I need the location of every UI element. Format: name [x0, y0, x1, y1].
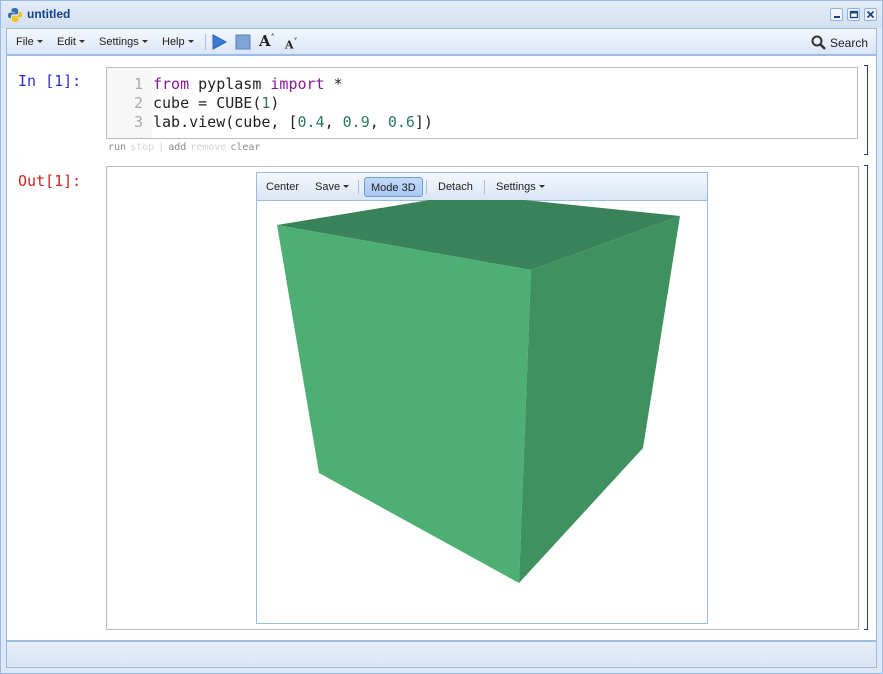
chevron-down-icon	[187, 40, 194, 43]
stop-link: stop	[130, 142, 155, 153]
viewer-separator	[484, 180, 485, 194]
close-button[interactable]	[864, 8, 877, 21]
python-logo-icon	[8, 8, 22, 22]
run-icon[interactable]	[211, 34, 227, 50]
chevron-down-icon	[78, 40, 85, 43]
line-number: 1	[133, 75, 143, 93]
output-cell-bracket[interactable]	[864, 165, 868, 630]
menu-file[interactable]: File	[16, 36, 43, 48]
code-line: lab.view(cube, [0.4, 0.9, 0.6])	[153, 113, 433, 131]
status-bar	[6, 641, 877, 668]
viewer-toolbar: Center Save Mode 3D Detach Settings	[257, 173, 707, 201]
stop-icon[interactable]	[235, 34, 251, 50]
search-button[interactable]: Search	[811, 35, 868, 50]
menu-edit-label: Edit	[57, 36, 76, 48]
viewer-settings-label: Settings	[496, 181, 536, 193]
viewer-separator	[426, 180, 427, 194]
app-window: untitled File Edit Settings Help A˄ A˅ S…	[0, 0, 883, 674]
menu-file-label: File	[16, 36, 34, 48]
code-text: ,	[324, 113, 343, 131]
mode-3d-button[interactable]: Mode 3D	[364, 177, 423, 197]
menu-edit[interactable]: Edit	[57, 36, 85, 48]
code-text: cube = CUBE(	[153, 94, 262, 112]
code-text: lab.view(cube, [	[153, 113, 298, 131]
chevron-down-icon	[36, 40, 43, 43]
input-cell-bracket[interactable]	[864, 65, 868, 155]
run-link[interactable]: run	[108, 142, 126, 153]
chevron-down-icon	[141, 40, 148, 43]
save-button[interactable]: Save	[309, 177, 355, 197]
notebook-area: In [1]: 1 2 3 from pyplasm import * cube…	[6, 55, 877, 641]
line-number: 2	[133, 94, 143, 112]
code-editor[interactable]: from pyplasm import * cube = CUBE(1) lab…	[152, 68, 857, 138]
detach-button[interactable]: Detach	[432, 177, 479, 197]
maximize-icon	[849, 10, 859, 19]
code-text: ,	[369, 113, 388, 131]
minimize-icon	[834, 16, 840, 18]
search-icon	[811, 35, 826, 50]
code-cell-output: Center Save Mode 3D Detach Settings	[106, 166, 859, 630]
title-bar: untitled	[1, 1, 882, 28]
remove-link: remove	[190, 142, 227, 153]
code-keyword: import	[270, 75, 325, 93]
code-number: 0.4	[297, 113, 325, 131]
save-label: Save	[315, 181, 341, 193]
viewer-settings-button[interactable]: Settings	[490, 177, 551, 197]
menu-help-label: Help	[162, 36, 185, 48]
code-line: cube = CUBE(1)	[153, 94, 279, 112]
code-text: pyplasm	[189, 75, 271, 93]
menu-help[interactable]: Help	[162, 36, 194, 48]
code-number: 0.6	[387, 113, 415, 131]
maximize-button[interactable]	[847, 8, 860, 21]
increase-font-icon[interactable]: A˄	[259, 32, 275, 50]
3d-viewer: Center Save Mode 3D Detach Settings	[256, 172, 708, 624]
main-toolbar: File Edit Settings Help A˄ A˅ Search	[6, 28, 877, 55]
code-text: )	[270, 94, 280, 112]
code-number: 0.9	[342, 113, 370, 131]
cell-actions: run stop | add remove clear	[108, 142, 264, 153]
chevron-down-icon	[343, 185, 350, 188]
cube-front-face	[277, 225, 531, 583]
chevron-down-icon	[538, 185, 545, 188]
minimize-button[interactable]	[830, 8, 843, 21]
viewer-separator	[358, 180, 359, 194]
code-text: *	[324, 75, 343, 93]
window-title: untitled	[27, 7, 71, 21]
cube-side-face	[519, 216, 680, 583]
line-number: 3	[133, 113, 143, 131]
toolbar-separator	[205, 34, 206, 50]
output-prompt: Out[1]:	[18, 172, 82, 190]
menu-settings[interactable]: Settings	[99, 36, 148, 48]
center-button[interactable]: Center	[260, 177, 305, 197]
line-number-gutter: 1 2 3	[107, 68, 147, 138]
input-prompt: In [1]:	[18, 72, 82, 90]
menu-settings-label: Settings	[99, 36, 139, 48]
code-line: from pyplasm import *	[153, 75, 343, 93]
actions-separator: |	[158, 142, 165, 153]
decrease-font-icon[interactable]: A˅	[285, 36, 298, 52]
clear-link[interactable]: clear	[230, 142, 260, 153]
code-keyword: from	[153, 75, 190, 93]
3d-canvas[interactable]	[257, 200, 707, 623]
add-link[interactable]: add	[168, 142, 186, 153]
close-icon	[866, 10, 875, 19]
code-cell-input[interactable]: 1 2 3 from pyplasm import * cube = CUBE(…	[106, 67, 858, 139]
search-label: Search	[829, 36, 868, 50]
code-text: ])	[414, 113, 433, 131]
